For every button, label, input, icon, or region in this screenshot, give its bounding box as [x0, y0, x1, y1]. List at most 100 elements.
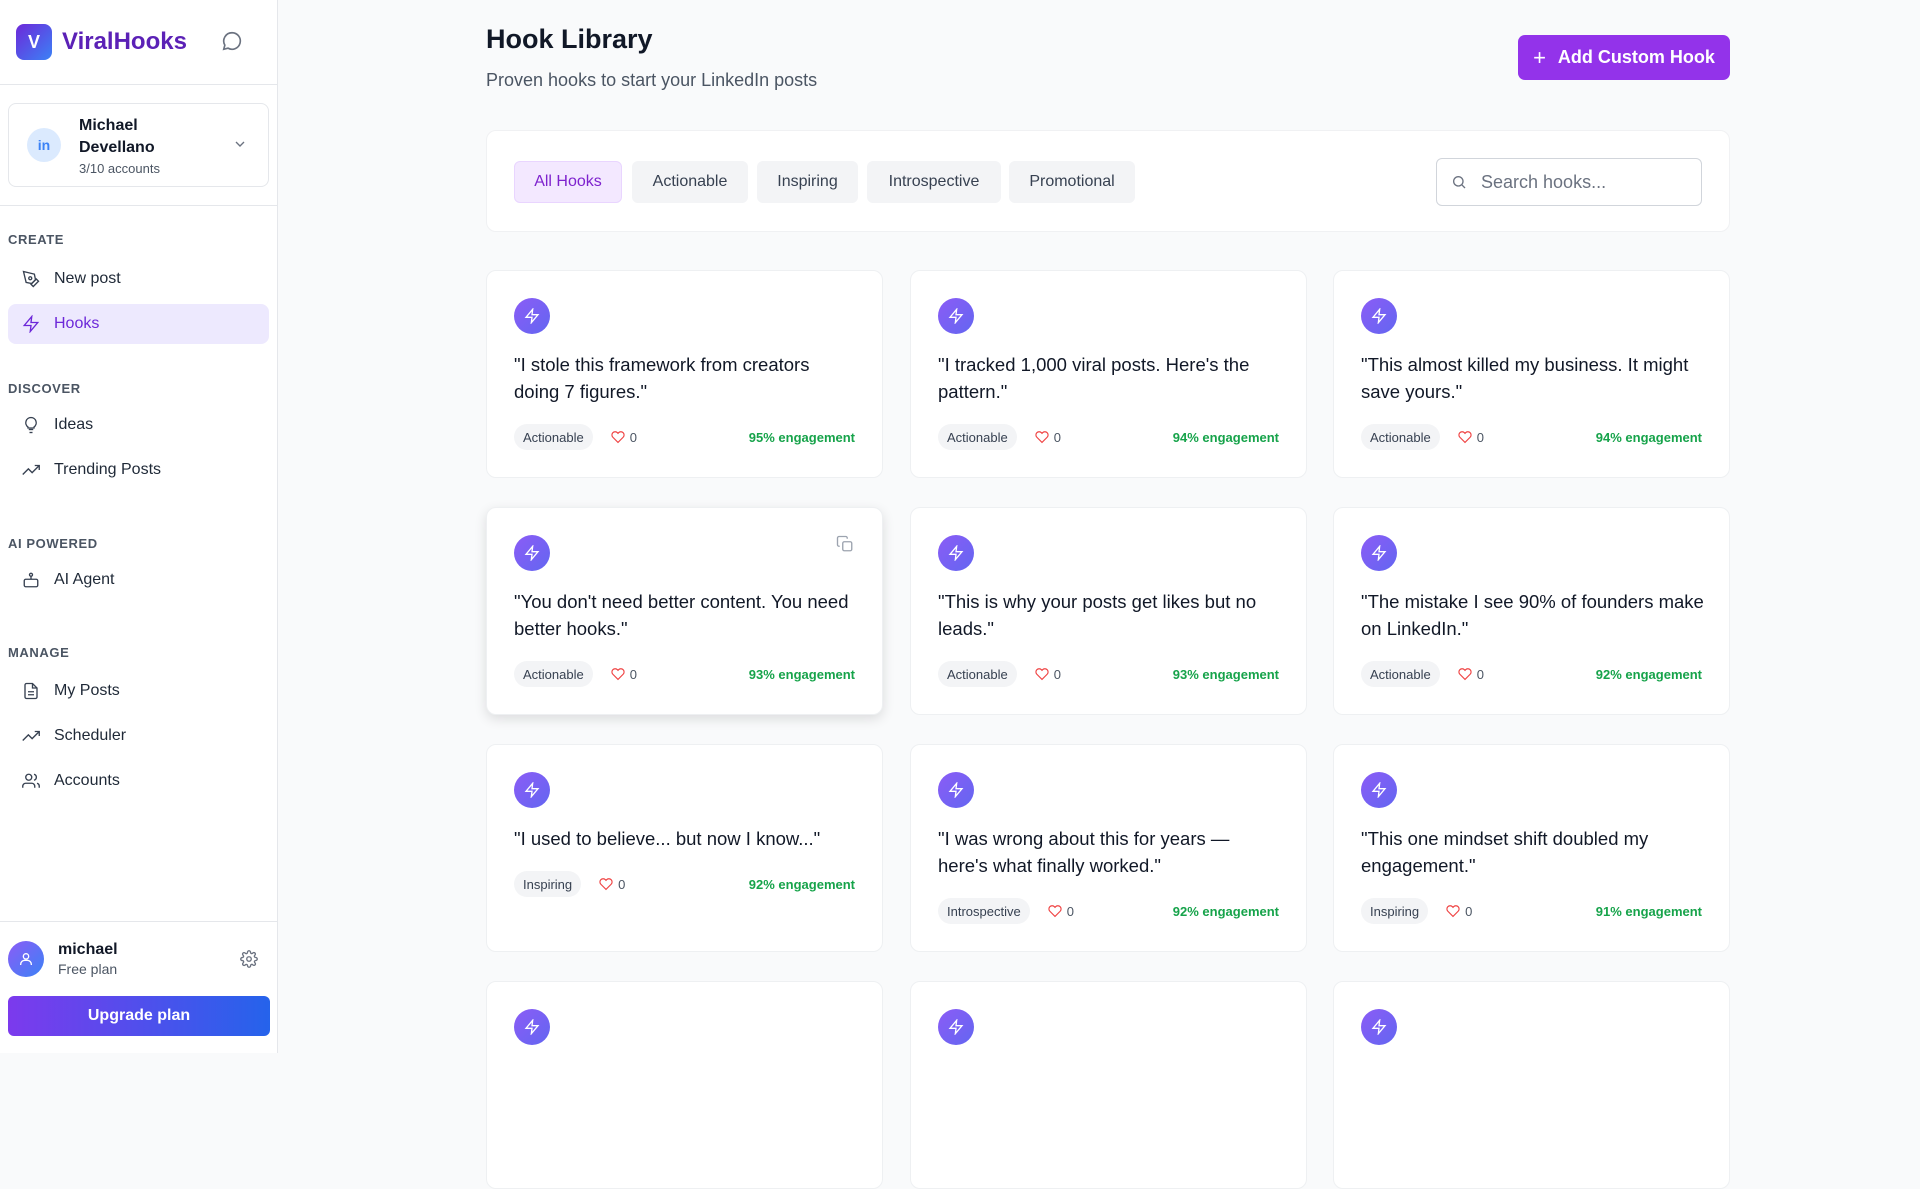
trending-up-icon — [22, 730, 40, 741]
filter-introspective[interactable]: Introspective — [867, 161, 1001, 203]
lightning-icon — [22, 315, 40, 333]
app-name[interactable]: ViralHooks — [62, 28, 187, 56]
sidebar-item-new-post[interactable]: New post — [8, 259, 269, 299]
hook-icon — [514, 298, 550, 334]
avatar[interactable] — [8, 941, 44, 977]
hook-text: "This is why your posts get likes but no… — [938, 591, 1257, 639]
hook-card[interactable] — [910, 981, 1307, 1189]
nav-heading-manage: MANAGE — [8, 645, 70, 660]
like-count: 0 — [629, 666, 637, 682]
hook-text: "I stole this framework from creators do… — [514, 354, 810, 402]
plus-icon: + — [1533, 44, 1546, 70]
engagement-rate: 93% engagement — [748, 666, 855, 682]
like-button[interactable]: 0 — [599, 877, 625, 892]
hook-icon — [1361, 298, 1397, 334]
hook-meta: Actionable 0 95% engagement — [514, 423, 855, 451]
hook-card[interactable] — [486, 981, 883, 1189]
hook-icon — [938, 1009, 974, 1045]
like-button[interactable]: 0 — [1035, 667, 1061, 682]
account-switcher[interactable]: in Michael Devellano 3/10 accounts — [8, 103, 269, 187]
like-button[interactable]: 0 — [1458, 667, 1484, 682]
chat-icon[interactable] — [221, 30, 243, 52]
hook-icon — [514, 1009, 550, 1045]
hook-icon — [938, 535, 974, 571]
sidebar-item-hooks[interactable]: Hooks — [8, 304, 269, 344]
sidebar-item-accounts[interactable]: Accounts — [8, 761, 269, 801]
hook-text: "This one mindset shift doubled my engag… — [1361, 828, 1649, 876]
brand-header: V ViralHooks — [0, 0, 277, 85]
like-button[interactable]: 0 — [1048, 904, 1074, 919]
like-button[interactable]: 0 — [1446, 904, 1472, 919]
nav-manage: MANAGE My Posts Scheduler Accounts — [0, 643, 277, 801]
lightning-icon — [1371, 1019, 1387, 1035]
app-logo[interactable]: V — [16, 24, 52, 60]
like-count: 0 — [1066, 903, 1074, 919]
hook-card[interactable]: "You don't need better content. You need… — [486, 507, 883, 715]
sidebar-item-my-posts[interactable]: My Posts — [8, 671, 269, 711]
hook-category-badge: Introspective — [938, 898, 1030, 924]
hook-card[interactable]: "The mistake I see 90% of founders make … — [1333, 507, 1730, 715]
hook-meta: Inspiring 0 92% engagement — [514, 870, 855, 898]
hook-meta: Actionable 0 93% engagement — [514, 660, 855, 688]
hook-card[interactable]: "This is why your posts get likes but no… — [910, 507, 1307, 715]
hook-category-badge: Actionable — [1361, 424, 1440, 450]
sidebar-item-scheduler[interactable]: Scheduler — [8, 716, 269, 756]
sidebar: V ViralHooks in Michael Devellano 3/10 a… — [0, 0, 278, 1053]
filter-actionable[interactable]: Actionable — [632, 161, 748, 203]
search-input[interactable]: Search hooks... — [1436, 158, 1702, 206]
hook-meta: Actionable 0 93% engagement — [938, 660, 1279, 688]
filter-all-hooks[interactable]: All Hooks — [514, 161, 622, 203]
copy-icon[interactable] — [836, 535, 854, 553]
hook-card[interactable] — [1333, 981, 1730, 1189]
hook-category-badge: Actionable — [514, 661, 593, 687]
filter-inspiring[interactable]: Inspiring — [757, 161, 858, 203]
lightning-icon — [1371, 545, 1387, 561]
hook-icon — [514, 535, 550, 571]
lightning-icon — [1371, 308, 1387, 324]
user-icon — [20, 953, 32, 965]
lightning-icon — [948, 308, 964, 324]
account-section: in Michael Devellano 3/10 accounts — [0, 85, 277, 206]
hook-card[interactable]: "I tracked 1,000 viral posts. Here's the… — [910, 270, 1307, 478]
hook-card[interactable]: "I stole this framework from creators do… — [486, 270, 883, 478]
lightning-icon — [524, 1019, 540, 1035]
chevron-down-icon[interactable] — [232, 136, 248, 152]
hook-meta: Actionable 0 92% engagement — [1361, 660, 1702, 688]
user-profile[interactable]: michael Free plan — [8, 922, 270, 996]
like-button[interactable]: 0 — [1458, 430, 1484, 445]
sidebar-item-label: Accounts — [54, 772, 120, 789]
lightning-icon — [948, 545, 964, 561]
search-placeholder: Search hooks... — [1481, 171, 1607, 192]
lightning-icon — [524, 308, 540, 324]
hook-icon — [514, 772, 550, 808]
hook-card[interactable]: "This one mindset shift doubled my engag… — [1333, 744, 1730, 952]
hook-category-badge: Inspiring — [1361, 898, 1429, 924]
sidebar-item-ideas[interactable]: Ideas — [8, 405, 269, 445]
hook-card[interactable]: "I used to believe... but now I know..."… — [486, 744, 883, 952]
sidebar-item-label: Trending Posts — [54, 461, 162, 478]
engagement-rate: 95% engagement — [748, 429, 855, 445]
trending-up-icon — [22, 464, 40, 475]
upgrade-plan-button[interactable]: Upgrade plan — [8, 996, 270, 1036]
filter-promotional[interactable]: Promotional — [1009, 161, 1135, 203]
engagement-rate: 93% engagement — [1172, 666, 1279, 682]
gear-icon[interactable] — [240, 950, 258, 968]
lightning-icon — [524, 782, 540, 798]
sidebar-item-ai-agent[interactable]: AI Agent — [8, 560, 269, 600]
sidebar-item-label: My Posts — [54, 682, 120, 699]
like-count: 0 — [1476, 429, 1484, 445]
hook-card[interactable]: "I was wrong about this for years — here… — [910, 744, 1307, 952]
hook-card[interactable]: "This almost killed my business. It migh… — [1333, 270, 1730, 478]
hook-icon — [1361, 772, 1397, 808]
like-count: 0 — [618, 876, 626, 892]
like-button[interactable]: 0 — [611, 667, 637, 682]
pen-icon — [22, 270, 40, 288]
like-button[interactable]: 0 — [611, 430, 637, 445]
hook-text: "This almost killed my business. It migh… — [1361, 354, 1689, 402]
add-custom-hook-button[interactable]: + Add Custom Hook — [1518, 35, 1730, 80]
like-button[interactable]: 0 — [1035, 430, 1061, 445]
hook-text: "The mistake I see 90% of founders make … — [1361, 591, 1704, 639]
sidebar-item-trending[interactable]: Trending Posts — [8, 450, 269, 490]
hook-category-badge: Actionable — [514, 424, 593, 450]
lightning-icon — [1371, 782, 1387, 798]
